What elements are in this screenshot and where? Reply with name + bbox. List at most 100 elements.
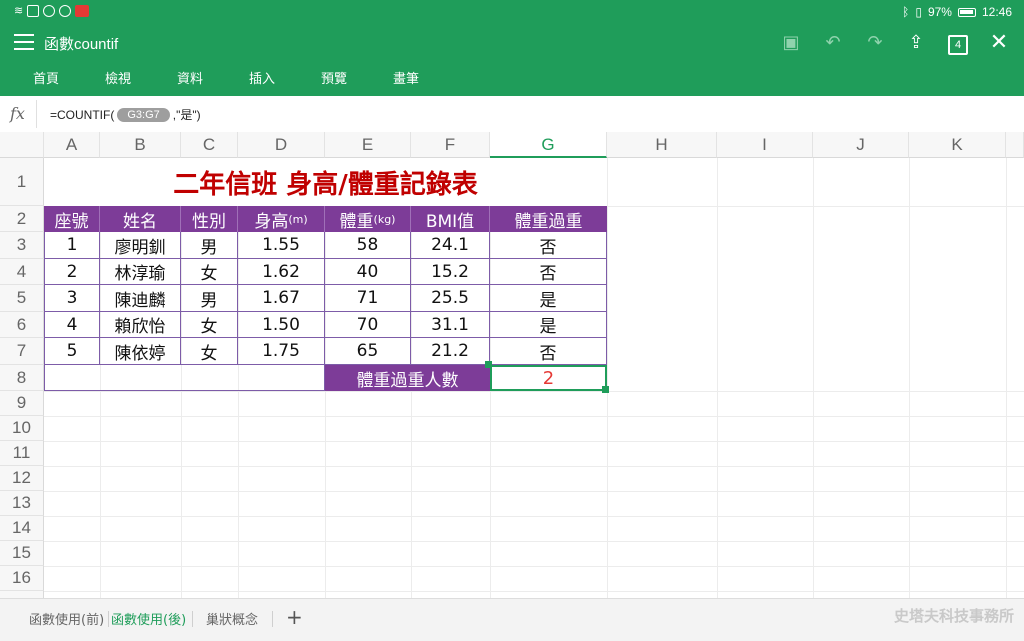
row-header-15[interactable]: 15 bbox=[0, 541, 44, 566]
sheet-tab-nested[interactable]: 巢狀概念 bbox=[206, 609, 258, 628]
column-header-f[interactable]: F bbox=[411, 132, 490, 158]
cell-seat-no[interactable]: 1 bbox=[44, 232, 100, 259]
tab-data[interactable]: 資料 bbox=[177, 68, 203, 87]
row-header-4[interactable]: 4 bbox=[0, 259, 44, 285]
formula-range-reference[interactable]: G3:G7 bbox=[117, 107, 170, 122]
tab-pen[interactable]: 畫筆 bbox=[393, 68, 419, 87]
column-header-l[interactable] bbox=[1006, 132, 1024, 158]
tab-divider bbox=[192, 611, 193, 627]
save-icon[interactable]: ▣ bbox=[780, 32, 802, 54]
formula-input[interactable]: =COUNTIF( G3:G7 ,"是") bbox=[50, 106, 201, 123]
cell-gender[interactable]: 女 bbox=[181, 312, 238, 338]
cell-height[interactable]: 1.55 bbox=[238, 232, 325, 259]
cell-overweight[interactable]: 否 bbox=[490, 232, 607, 259]
cell-name[interactable]: 陳迪麟 bbox=[100, 285, 181, 312]
selection-handle-bottom-right[interactable] bbox=[602, 386, 609, 393]
cell-overweight[interactable]: 是 bbox=[490, 312, 607, 338]
cell-name[interactable]: 陳依婷 bbox=[100, 338, 181, 365]
row-header-10[interactable]: 10 bbox=[0, 416, 44, 441]
cell-bmi[interactable]: 31.1 bbox=[411, 312, 490, 338]
row-header-12[interactable]: 12 bbox=[0, 466, 44, 491]
undo-icon[interactable]: ↶ bbox=[822, 32, 844, 54]
row-header-8[interactable]: 8 bbox=[0, 365, 44, 391]
column-header-k[interactable]: K bbox=[909, 132, 1006, 158]
cell-seat-no[interactable]: 2 bbox=[44, 259, 100, 285]
summary-result-cell-g8[interactable]: 2 bbox=[490, 365, 607, 391]
cell-gender[interactable]: 男 bbox=[181, 285, 238, 312]
cell-gender[interactable]: 女 bbox=[181, 338, 238, 365]
row-header-9[interactable]: 9 bbox=[0, 391, 44, 416]
cell-height[interactable]: 1.75 bbox=[238, 338, 325, 365]
cell-height[interactable]: 1.67 bbox=[238, 285, 325, 312]
cell-name[interactable]: 賴欣怡 bbox=[100, 312, 181, 338]
row-header-7[interactable]: 7 bbox=[0, 338, 44, 365]
cell-name[interactable]: 廖明釧 bbox=[100, 232, 181, 259]
add-sheet-button[interactable]: + bbox=[286, 605, 303, 629]
cell-bmi[interactable]: 21.2 bbox=[411, 338, 490, 365]
column-header-g[interactable]: G bbox=[490, 132, 607, 158]
fx-icon[interactable]: fx bbox=[10, 104, 25, 123]
column-header-h[interactable]: H bbox=[607, 132, 717, 158]
cell-gender[interactable]: 男 bbox=[181, 232, 238, 259]
cell-height[interactable]: 1.62 bbox=[238, 259, 325, 285]
sheet-title-cell[interactable]: 二年信班 身高/體重記錄表 bbox=[44, 158, 607, 206]
column-header-j[interactable]: J bbox=[813, 132, 909, 158]
cell-weight[interactable]: 65 bbox=[325, 338, 411, 365]
redo-icon[interactable]: ↷ bbox=[864, 32, 886, 54]
row-header-11[interactable]: 11 bbox=[0, 441, 44, 466]
column-header-b[interactable]: B bbox=[100, 132, 181, 158]
cell-bmi[interactable]: 24.1 bbox=[411, 232, 490, 259]
header-seat-no[interactable]: 座號 bbox=[44, 206, 100, 232]
cell-weight[interactable]: 70 bbox=[325, 312, 411, 338]
row-header-5[interactable]: 5 bbox=[0, 285, 44, 312]
row-header-2[interactable]: 2 bbox=[0, 206, 44, 232]
row-header-13[interactable]: 13 bbox=[0, 491, 44, 516]
column-header-i[interactable]: I bbox=[717, 132, 813, 158]
cell-overweight[interactable]: 是 bbox=[490, 285, 607, 312]
cell-seat-no[interactable]: 3 bbox=[44, 285, 100, 312]
column-header-e[interactable]: E bbox=[325, 132, 411, 158]
header-gender[interactable]: 性別 bbox=[181, 206, 238, 232]
column-header-d[interactable]: D bbox=[238, 132, 325, 158]
row-header-1[interactable]: 1 bbox=[0, 158, 44, 206]
sheet-tab-after[interactable]: 函數使用(後) bbox=[111, 609, 186, 628]
header-overweight[interactable]: 體重過重 bbox=[490, 206, 607, 232]
cell-overweight[interactable]: 否 bbox=[490, 259, 607, 285]
cell-bmi[interactable]: 15.2 bbox=[411, 259, 490, 285]
column-header-a[interactable]: A bbox=[44, 132, 100, 158]
cell-gender[interactable]: 女 bbox=[181, 259, 238, 285]
tabs-button[interactable]: 4 bbox=[947, 32, 969, 55]
cell-overweight[interactable]: 否 bbox=[490, 338, 607, 365]
menu-icon[interactable] bbox=[14, 34, 34, 52]
cell-weight[interactable]: 58 bbox=[325, 232, 411, 259]
tab-preview[interactable]: 預覽 bbox=[321, 68, 347, 87]
share-icon[interactable]: ⇪ bbox=[905, 32, 927, 54]
header-bmi[interactable]: BMI值 bbox=[411, 206, 490, 232]
cell-seat-no[interactable]: 5 bbox=[44, 338, 100, 365]
header-weight[interactable]: 體重 (kg) bbox=[325, 206, 411, 232]
cell-height[interactable]: 1.50 bbox=[238, 312, 325, 338]
header-name[interactable]: 姓名 bbox=[100, 206, 181, 232]
row-header-3[interactable]: 3 bbox=[0, 232, 44, 259]
cell-weight[interactable]: 40 bbox=[325, 259, 411, 285]
row-header-14[interactable]: 14 bbox=[0, 516, 44, 541]
tab-home[interactable]: 首頁 bbox=[33, 68, 59, 87]
tab-insert[interactable]: 插入 bbox=[249, 68, 275, 87]
sheet-tab-before[interactable]: 函數使用(前) bbox=[29, 609, 104, 628]
header-height[interactable]: 身高 (m) bbox=[238, 206, 325, 232]
cell-seat-no[interactable]: 4 bbox=[44, 312, 100, 338]
row-header-17[interactable] bbox=[0, 591, 44, 598]
spreadsheet-grid[interactable]: A B C D E F G H I J K 1 2 3 4 5 6 7 8 9 … bbox=[0, 132, 1024, 598]
tab-view[interactable]: 檢視 bbox=[105, 68, 131, 87]
corner-select-all[interactable] bbox=[0, 132, 44, 158]
summary-label-cell[interactable]: 體重過重人數 bbox=[325, 365, 490, 391]
empty-cells-row-8[interactable] bbox=[44, 365, 325, 391]
cell-bmi[interactable]: 25.5 bbox=[411, 285, 490, 312]
cell-weight[interactable]: 71 bbox=[325, 285, 411, 312]
cell-name[interactable]: 林淳瑜 bbox=[100, 259, 181, 285]
selection-handle-top-left[interactable] bbox=[485, 361, 492, 368]
column-header-c[interactable]: C bbox=[181, 132, 238, 158]
row-header-6[interactable]: 6 bbox=[0, 312, 44, 338]
row-header-16[interactable]: 16 bbox=[0, 566, 44, 591]
close-icon[interactable]: ✕ bbox=[988, 32, 1010, 54]
